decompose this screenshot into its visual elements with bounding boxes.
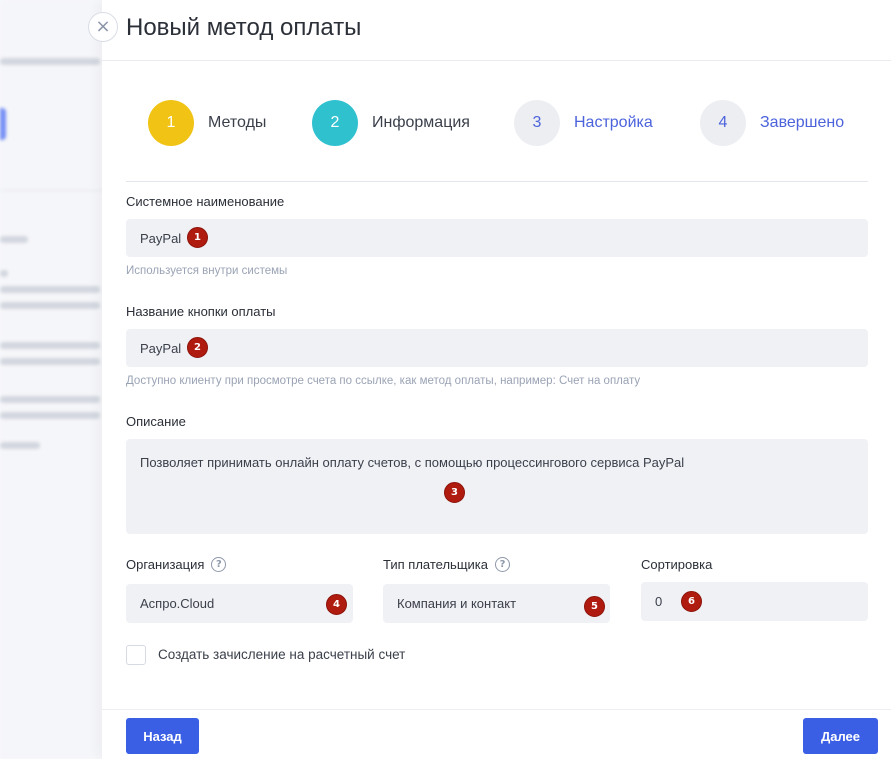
button-name-value: PayPal [140, 340, 182, 356]
bg-text-line [0, 58, 100, 65]
step-number: 1 [148, 100, 194, 146]
payer-type-select[interactable]: Компания и контакт [383, 584, 610, 623]
step-label: Методы [208, 114, 267, 131]
system-name-input[interactable]: PayPal [126, 219, 868, 257]
organization-label-text: Организация [126, 557, 205, 572]
stepper-divider [126, 181, 868, 182]
organization-select[interactable]: Аспро.Cloud [126, 584, 353, 623]
close-button[interactable]: × [88, 12, 118, 42]
modal-title: Новый метод оплаты [126, 14, 362, 41]
button-name-label: Название кнопки оплаты [126, 304, 276, 319]
create-deposit-checkbox[interactable] [126, 645, 146, 665]
sorting-input[interactable]: 0 [641, 582, 868, 621]
step-methods[interactable]: 1 Методы [148, 100, 266, 146]
system-name-label: Системное наименование [126, 194, 285, 209]
close-icon: × [95, 16, 111, 37]
payer-type-label-text: Тип плательщика [383, 557, 488, 572]
back-button[interactable]: Назад [126, 718, 199, 754]
create-deposit-label[interactable]: Создать зачисление на расчетный счет [158, 647, 405, 662]
payer-type-value: Компания и контакт [397, 596, 517, 611]
header-divider [102, 60, 891, 61]
step-information[interactable]: 2 Информация [312, 100, 470, 146]
screen: × Новый метод оплаты 1 Методы 2 Информац… [0, 0, 891, 759]
bg-text-line [0, 302, 100, 309]
organization-value: Аспро.Cloud [140, 596, 215, 611]
bg-text-line [0, 236, 28, 243]
button-name-input[interactable]: PayPal [126, 329, 868, 367]
bg-text-line [0, 286, 100, 293]
annotation-badge-2: 2 [187, 337, 208, 358]
annotation-badge-3: 3 [444, 482, 465, 503]
system-name-value: PayPal [140, 230, 182, 246]
next-button[interactable]: Далее [803, 718, 878, 754]
organization-label: Организация ? [126, 557, 227, 572]
annotation-badge-6: 6 [681, 591, 702, 612]
step-label: Информация [372, 114, 470, 131]
bg-text-line [0, 358, 100, 365]
bg-text-line [0, 342, 100, 349]
bg-text-line [0, 270, 8, 277]
step-number: 3 [514, 100, 560, 146]
description-textarea[interactable]: Позволяет принимать онлайн оплату счетов… [126, 439, 868, 534]
annotation-badge-1: 1 [187, 227, 208, 248]
description-label: Описание [126, 414, 186, 429]
bg-text-line [0, 412, 100, 419]
description-value: Позволяет принимать онлайн оплату счетов… [140, 455, 685, 470]
annotation-badge-5: 5 [584, 596, 605, 617]
bg-text-line [0, 442, 40, 449]
bg-divider [0, 190, 110, 191]
modal-footer: Назад Далее [102, 709, 891, 759]
step-number: 4 [700, 100, 746, 146]
sorting-value: 0 [655, 594, 663, 609]
help-icon[interactable]: ? [211, 557, 227, 572]
sorting-label: Сортировка [641, 557, 713, 572]
system-name-hint: Используется внутри системы [126, 265, 288, 277]
step-label: Завершено [760, 114, 845, 131]
annotation-badge-4: 4 [326, 594, 347, 615]
step-completed[interactable]: 4 Завершено [700, 100, 844, 146]
bg-accent [0, 108, 6, 140]
payer-type-label: Тип плательщика ? [383, 557, 510, 572]
button-name-hint: Доступно клиенту при просмотре счета по … [126, 375, 641, 387]
bg-text-line [0, 396, 100, 403]
payment-method-modal: Новый метод оплаты 1 Методы 2 Информация… [102, 0, 891, 759]
step-settings[interactable]: 3 Настройка [514, 100, 653, 146]
step-label: Настройка [574, 114, 653, 131]
help-icon[interactable]: ? [494, 557, 510, 572]
background-page [0, 0, 110, 759]
step-number: 2 [312, 100, 358, 146]
